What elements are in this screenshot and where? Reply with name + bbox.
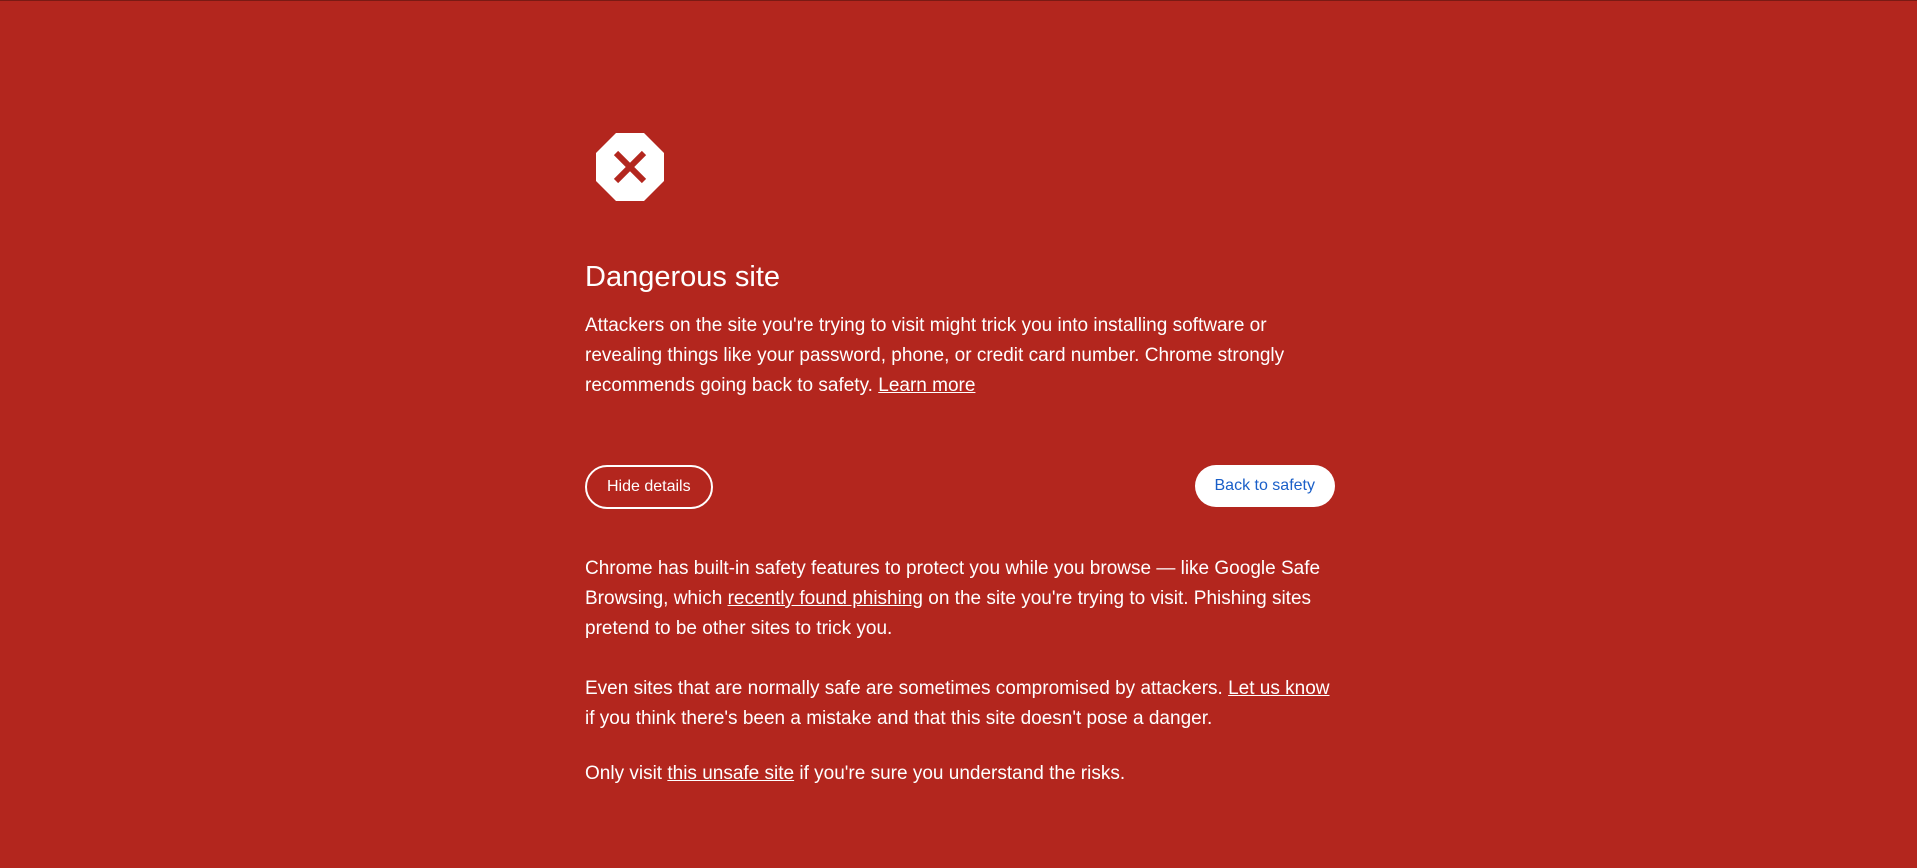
details-p3-text-after: if you're sure you understand the risks. (794, 763, 1126, 784)
recently-found-phishing-link[interactable]: recently found phishing (728, 588, 923, 609)
details-paragraph-phishing: Chrome has built-in safety features to p… (585, 554, 1335, 644)
details-paragraph-proceed: Only visit this unsafe site if you're su… (585, 759, 1335, 789)
window-top-border (0, 0, 1917, 1)
details-paragraph-report: Even sites that are normally safe are so… (585, 674, 1335, 734)
intro-paragraph: Attackers on the site you're trying to v… (585, 311, 1335, 401)
learn-more-link[interactable]: Learn more (878, 375, 975, 396)
hide-details-button[interactable]: Hide details (585, 465, 713, 509)
page-title: Dangerous site (585, 261, 781, 293)
back-to-safety-button[interactable]: Back to safety (1194, 465, 1335, 507)
interstitial-content: Dangerous site Attackers on the site you… (585, 133, 1335, 789)
visit-unsafe-site-link[interactable]: this unsafe site (667, 763, 794, 784)
details-p3-text-before: Only visit (585, 763, 668, 784)
danger-stop-icon (596, 133, 664, 201)
let-us-know-link[interactable]: Let us know (1228, 678, 1329, 699)
details-p2-text-after: if you think there's been a mistake and … (585, 708, 1213, 729)
details-p2-text-before: Even sites that are normally safe are so… (585, 678, 1229, 699)
details-section: Chrome has built-in safety features to p… (585, 554, 1335, 789)
button-row: Hide details Back to safety (585, 465, 1335, 509)
